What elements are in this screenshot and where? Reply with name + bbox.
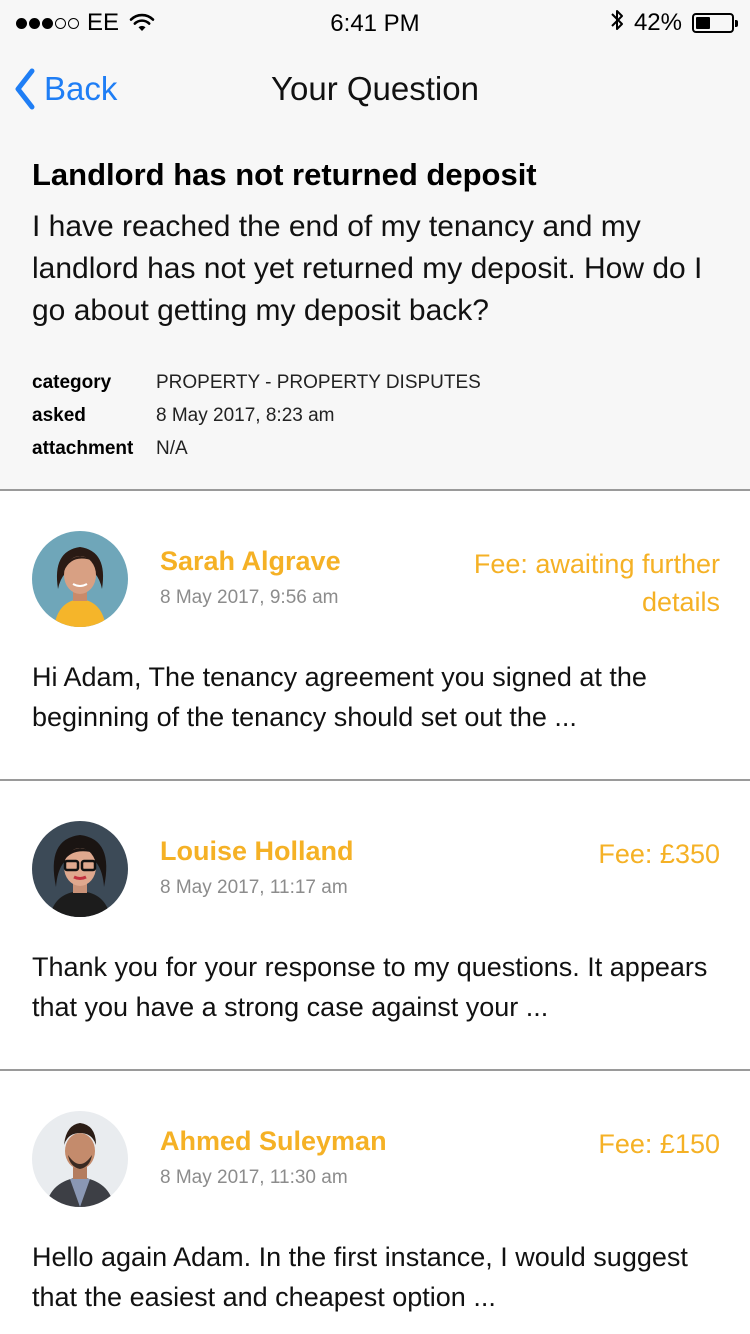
question-body: I have reached the end of my tenancy and… [32,210,703,327]
question-meta: category PROPERTY - PROPERTY DISPUTES as… [32,366,722,465]
meta-row-attachment: attachment N/A [32,432,722,465]
expert-name: Louise Holland [160,836,354,866]
answer-card[interactable]: Ahmed Suleyman 8 May 2017, 11:30 am Fee:… [0,1071,750,1334]
meta-value: PROPERTY - PROPERTY DISPUTES [156,371,481,393]
meta-row-category: category PROPERTY - PROPERTY DISPUTES [32,366,722,399]
navigation-bar: Back Your Question [0,48,750,132]
fee-label: Fee: £150 [598,1129,720,1159]
question-header-area: EE 6:41 PM 42% Back Your Question Landlo… [0,0,750,491]
meta-key: category [32,371,112,393]
battery-percent: 42% [633,9,682,36]
fee-label: Fee: £350 [598,839,720,869]
answer-preview: Hello again Adam. In the first instance,… [32,1242,688,1312]
expert-name: Sarah Algrave [160,546,341,576]
answer-preview: Hi Adam, The tenancy agreement you signe… [32,662,647,732]
question-block: Landlord has not returned deposit I have… [32,154,722,465]
battery-icon [692,13,738,33]
answer-date: 8 May 2017, 11:30 am [160,1167,348,1188]
avatar [32,531,128,627]
status-right: 42% [610,8,738,39]
answer-card[interactable]: Louise Holland 8 May 2017, 11:17 am Fee:… [0,781,750,1071]
expert-name: Ahmed Suleyman [160,1126,387,1156]
avatar [32,821,128,917]
answer-date: 8 May 2017, 11:17 am [160,877,348,898]
answer-preview: Thank you for your response to my questi… [32,952,708,1022]
meta-key: asked [32,404,86,426]
question-title: Landlord has not returned deposit [32,157,537,192]
meta-value: 8 May 2017, 8:23 am [156,404,335,426]
answer-card[interactable]: Sarah Algrave 8 May 2017, 9:56 am Fee: a… [0,491,750,781]
bluetooth-icon [610,8,624,39]
fee-label: Fee: awaiting further details [473,549,720,617]
meta-row-asked: asked 8 May 2017, 8:23 am [32,399,722,432]
status-bar: EE 6:41 PM 42% [0,0,750,48]
meta-value: N/A [156,437,188,459]
answer-date: 8 May 2017, 9:56 am [160,587,339,608]
meta-key: attachment [32,437,134,459]
avatar [32,1111,128,1207]
page-title: Your Question [271,70,479,107]
battery-level [696,17,711,29]
